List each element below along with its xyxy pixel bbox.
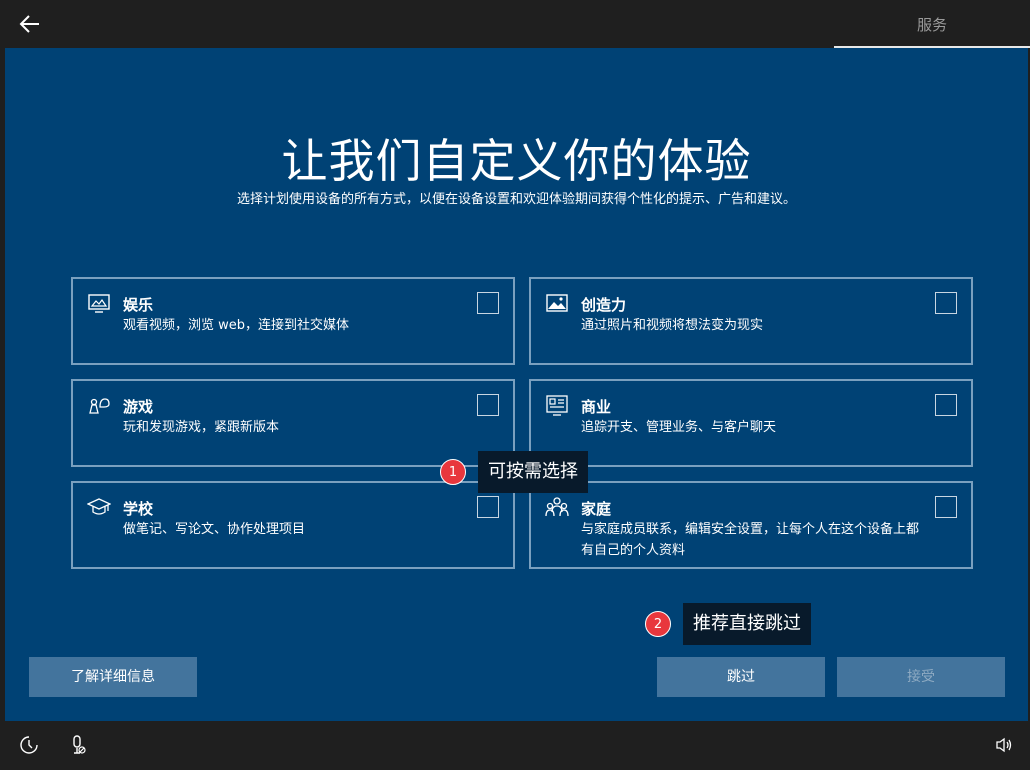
card-description: 追踪开支、管理业务、与客户聊天 (581, 420, 777, 435)
card-description: 玩和发现游戏，紧跟新版本 (123, 420, 280, 435)
microphone-off-icon[interactable] (68, 735, 88, 755)
option-card-school[interactable]: 学校 做笔记、写论文、协作处理项目 (71, 481, 515, 569)
business-checkbox[interactable] (935, 394, 957, 416)
card-description: 通过照片和视频将想法变为现实 (581, 318, 764, 333)
family-icon (545, 497, 569, 517)
option-card-family[interactable]: 家庭 与家庭成员联系，编辑安全设置，让每个人在这个设备上都有自己的个人资料 (529, 481, 973, 569)
card-description: 与家庭成员联系，编辑安全设置，让每个人在这个设备上都有自己的个人资料 (581, 522, 920, 558)
oobe-panel: 让我们自定义你的体验 选择计划使用设备的所有方式，以便在设备设置和欢迎体验期间获… (5, 48, 1028, 721)
business-icon (546, 395, 568, 416)
learn-more-button[interactable]: 了解详细信息 (29, 657, 197, 697)
entertainment-icon (88, 294, 110, 313)
top-bar: 服务 (0, 0, 1030, 48)
card-title: 商业 (581, 398, 612, 416)
image-icon (546, 294, 568, 312)
back-arrow-icon[interactable] (18, 12, 42, 36)
game-icon (89, 398, 110, 414)
creativity-checkbox[interactable] (935, 292, 957, 314)
accept-button[interactable]: 接受 (837, 657, 1005, 697)
skip-button[interactable]: 跳过 (657, 657, 825, 697)
ease-of-access-icon[interactable] (19, 735, 39, 755)
gaming-checkbox[interactable] (477, 394, 499, 416)
tab-services[interactable]: 服务 (834, 0, 1030, 48)
option-card-gaming[interactable]: 游戏 玩和发现游戏，紧跟新版本 (71, 379, 515, 467)
graduation-cap-icon (87, 498, 111, 515)
page-title: 让我们自定义你的体验 (281, 134, 752, 188)
volume-icon[interactable] (994, 735, 1014, 755)
annotation-number: 2 (645, 611, 671, 637)
entertainment-checkbox[interactable] (477, 292, 499, 314)
page-subtitle: 选择计划使用设备的所有方式，以便在设备设置和欢迎体验期间获得个性化的提示、广告和… (236, 192, 796, 207)
bottom-bar (0, 721, 1030, 770)
annotation-number: 1 (440, 459, 466, 485)
annotation-text: 可按需选择 (478, 451, 588, 493)
family-checkbox[interactable] (935, 496, 957, 518)
card-title: 家庭 (581, 500, 612, 518)
option-card-creativity[interactable]: 创造力 通过照片和视频将想法变为现实 (529, 277, 973, 365)
card-title: 娱乐 (123, 296, 154, 314)
card-title: 创造力 (581, 296, 627, 314)
option-card-business[interactable]: 商业 追踪开支、管理业务、与客户聊天 (529, 379, 973, 467)
card-title: 学校 (123, 500, 154, 518)
card-description: 观看视频，浏览 web，连接到社交媒体 (123, 318, 350, 333)
card-title: 游戏 (123, 398, 154, 416)
school-checkbox[interactable] (477, 496, 499, 518)
annotation-text: 推荐直接跳过 (683, 603, 811, 645)
option-card-entertainment[interactable]: 娱乐 观看视频，浏览 web，连接到社交媒体 (71, 277, 515, 365)
card-description: 做笔记、写论文、协作处理项目 (123, 522, 306, 537)
